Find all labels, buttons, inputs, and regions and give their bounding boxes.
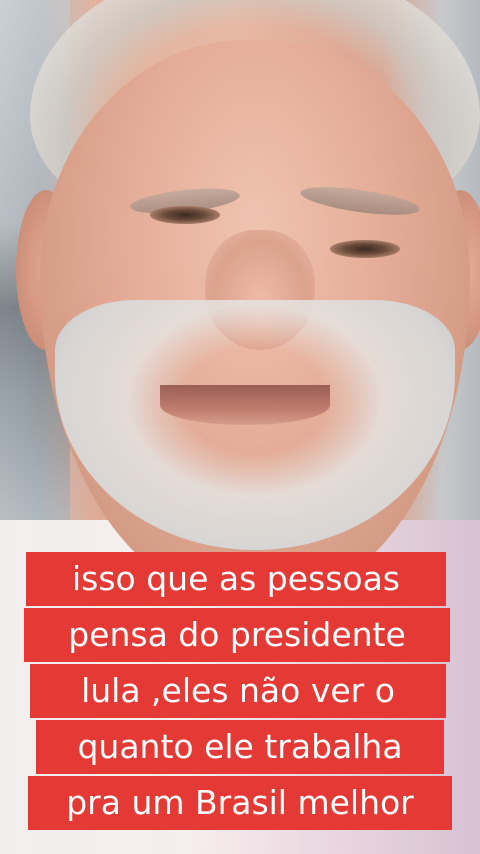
caption-line-4: quanto ele trabalha — [36, 720, 444, 774]
caption-block: isso que as pessoas pensa do presidente … — [0, 552, 480, 852]
caption-line-2: pensa do presidente — [24, 608, 450, 662]
right-eye — [330, 240, 400, 258]
caption-line-5: pra um Brasil melhor — [28, 776, 452, 830]
left-eye — [150, 206, 220, 224]
photo-frame: isso que as pessoas pensa do presidente … — [0, 0, 480, 854]
caption-line-1: isso que as pessoas — [26, 552, 446, 606]
caption-line-3: lula ,eles não ver o — [30, 664, 446, 718]
mouth — [160, 385, 330, 425]
